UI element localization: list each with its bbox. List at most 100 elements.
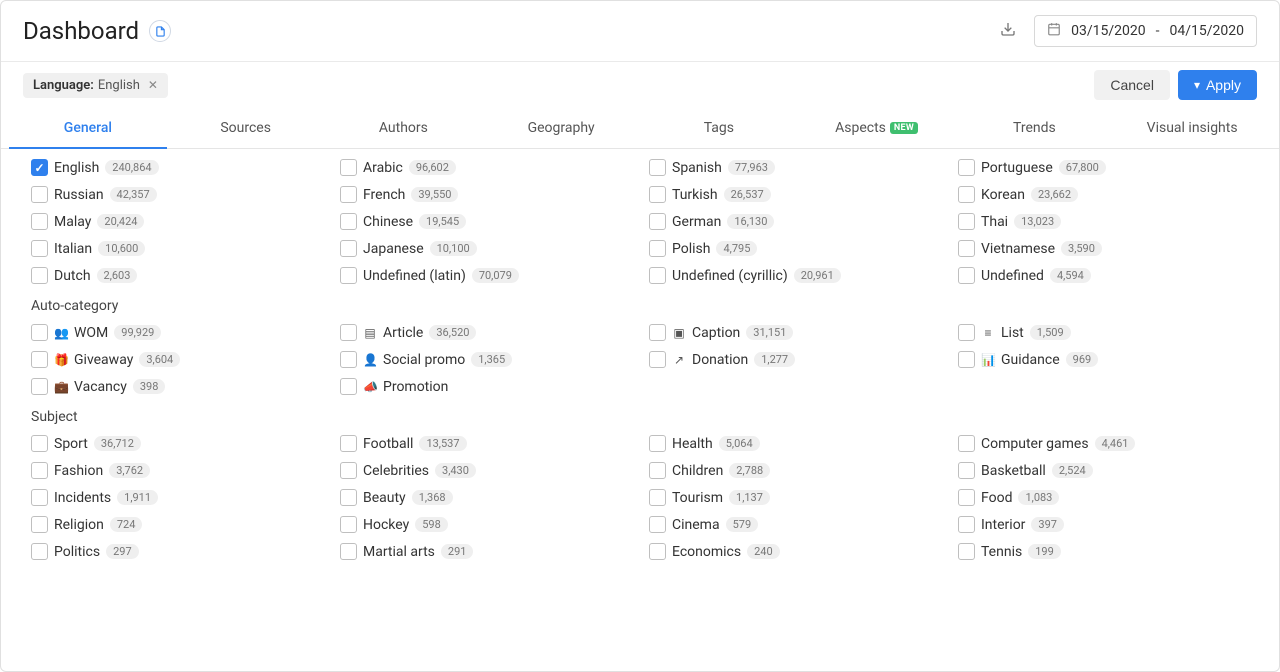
check-item[interactable]: 👤Social promo1,365: [340, 351, 631, 368]
checkbox[interactable]: [31, 489, 48, 506]
check-item[interactable]: Russian42,357: [31, 186, 322, 203]
checkbox[interactable]: [31, 240, 48, 257]
check-item[interactable]: Health5,064: [649, 435, 940, 452]
check-item[interactable]: Chinese19,545: [340, 213, 631, 230]
check-item[interactable]: Cinema579: [649, 516, 940, 533]
checkbox[interactable]: [958, 240, 975, 257]
check-item[interactable]: 📊Guidance969: [958, 351, 1249, 368]
checkbox[interactable]: [31, 324, 48, 341]
checkbox[interactable]: [958, 213, 975, 230]
check-item[interactable]: Martial arts291: [340, 543, 631, 560]
tab-tags[interactable]: Tags: [640, 108, 798, 148]
checkbox[interactable]: [649, 186, 666, 203]
check-item[interactable]: Beauty1,368: [340, 489, 631, 506]
checkbox[interactable]: [340, 240, 357, 257]
check-item[interactable]: French39,550: [340, 186, 631, 203]
checkbox[interactable]: [31, 351, 48, 368]
apply-button[interactable]: ▾ Apply: [1178, 70, 1257, 100]
checkbox[interactable]: [340, 159, 357, 176]
checkbox[interactable]: [340, 267, 357, 284]
checkbox[interactable]: [958, 516, 975, 533]
check-item[interactable]: Incidents1,911: [31, 489, 322, 506]
checkbox[interactable]: [31, 213, 48, 230]
checkbox[interactable]: [340, 378, 357, 395]
check-item[interactable]: Interior397: [958, 516, 1249, 533]
checkbox[interactable]: [649, 516, 666, 533]
check-item[interactable]: Football13,537: [340, 435, 631, 452]
tab-general[interactable]: General: [9, 108, 167, 148]
check-item[interactable]: Undefined (cyrillic)20,961: [649, 267, 940, 284]
checkbox[interactable]: [958, 324, 975, 341]
checkbox[interactable]: [958, 462, 975, 479]
check-item[interactable]: Celebrities3,430: [340, 462, 631, 479]
check-item[interactable]: Malay20,424: [31, 213, 322, 230]
check-item[interactable]: Religion724: [31, 516, 322, 533]
checkbox[interactable]: [649, 489, 666, 506]
checkbox[interactable]: [958, 267, 975, 284]
checkbox[interactable]: [31, 186, 48, 203]
date-range[interactable]: 03/15/2020 - 04/15/2020: [1034, 15, 1257, 47]
checkbox[interactable]: [31, 267, 48, 284]
filter-chip-language[interactable]: Language: English ✕: [23, 73, 168, 98]
check-item[interactable]: German16,130: [649, 213, 940, 230]
check-item[interactable]: Arabic96,602: [340, 159, 631, 176]
check-item[interactable]: Thai13,023: [958, 213, 1249, 230]
checkbox[interactable]: [31, 435, 48, 452]
checkbox[interactable]: [340, 516, 357, 533]
check-item[interactable]: Hockey598: [340, 516, 631, 533]
checkbox[interactable]: [649, 462, 666, 479]
doc-icon[interactable]: [149, 20, 171, 42]
checkbox[interactable]: [31, 516, 48, 533]
checkbox[interactable]: [340, 351, 357, 368]
check-item[interactable]: Tennis199: [958, 543, 1249, 560]
cancel-button[interactable]: Cancel: [1094, 70, 1170, 100]
tab-aspects[interactable]: AspectsNEW: [798, 108, 956, 148]
download-icon[interactable]: [1000, 21, 1016, 41]
checkbox[interactable]: [340, 186, 357, 203]
check-item[interactable]: Spanish77,963: [649, 159, 940, 176]
checkbox[interactable]: [340, 435, 357, 452]
check-item[interactable]: Food1,083: [958, 489, 1249, 506]
checkbox[interactable]: [340, 324, 357, 341]
checkbox[interactable]: [340, 462, 357, 479]
checkbox[interactable]: [958, 159, 975, 176]
check-item[interactable]: 👥WOM99,929: [31, 324, 322, 341]
checkbox[interactable]: [649, 159, 666, 176]
checkbox[interactable]: [649, 435, 666, 452]
check-item[interactable]: Economics240: [649, 543, 940, 560]
checkbox[interactable]: [958, 543, 975, 560]
checkbox[interactable]: [649, 267, 666, 284]
checkbox[interactable]: [31, 543, 48, 560]
check-item[interactable]: 📣Promotion: [340, 378, 631, 395]
check-item[interactable]: Undefined4,594: [958, 267, 1249, 284]
check-item[interactable]: Italian10,600: [31, 240, 322, 257]
check-item[interactable]: Japanese10,100: [340, 240, 631, 257]
check-item[interactable]: Sport36,712: [31, 435, 322, 452]
check-item[interactable]: Polish4,795: [649, 240, 940, 257]
checkbox[interactable]: [31, 462, 48, 479]
checkbox[interactable]: [649, 351, 666, 368]
check-item[interactable]: 🎁Giveaway3,604: [31, 351, 322, 368]
check-item[interactable]: Turkish26,537: [649, 186, 940, 203]
tab-sources[interactable]: Sources: [167, 108, 325, 148]
checkbox[interactable]: [31, 378, 48, 395]
checkbox[interactable]: [340, 543, 357, 560]
check-item[interactable]: ▣Caption31,151: [649, 324, 940, 341]
check-item[interactable]: Fashion3,762: [31, 462, 322, 479]
chip-remove-icon[interactable]: ✕: [148, 78, 158, 92]
checkbox[interactable]: [958, 435, 975, 452]
checkbox[interactable]: [340, 489, 357, 506]
check-item[interactable]: Children2,788: [649, 462, 940, 479]
check-item[interactable]: ≡List1,509: [958, 324, 1249, 341]
check-item[interactable]: Korean23,662: [958, 186, 1249, 203]
checkbox[interactable]: [649, 543, 666, 560]
checkbox[interactable]: [340, 213, 357, 230]
check-item[interactable]: 💼Vacancy398: [31, 378, 322, 395]
check-item[interactable]: Tourism1,137: [649, 489, 940, 506]
tab-trends[interactable]: Trends: [956, 108, 1114, 148]
checkbox[interactable]: [958, 351, 975, 368]
check-item[interactable]: Computer games4,461: [958, 435, 1249, 452]
check-item[interactable]: Dutch2,603: [31, 267, 322, 284]
check-item[interactable]: Portuguese67,800: [958, 159, 1249, 176]
check-item[interactable]: Politics297: [31, 543, 322, 560]
